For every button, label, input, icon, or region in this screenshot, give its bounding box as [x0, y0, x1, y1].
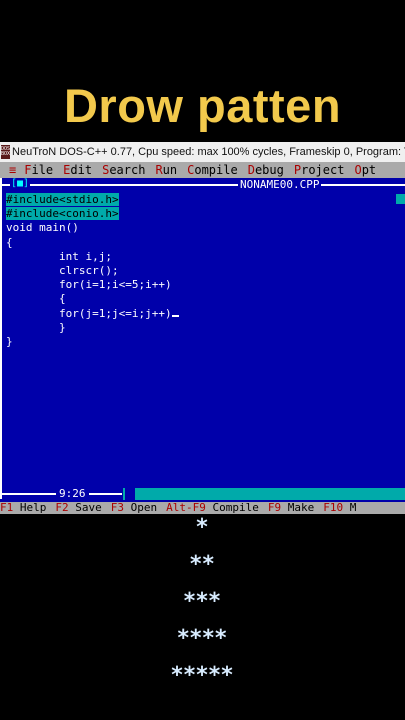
- star-row-3: ***: [183, 589, 222, 614]
- frame-border: [2, 184, 405, 186]
- dos-ide-screen: ≡ File Edit Search Run Compile Debug Pro…: [0, 162, 405, 514]
- star-row-1: *: [196, 515, 209, 540]
- code-line-text: #include<conio.h>: [6, 207, 119, 221]
- code-line[interactable]: void main(): [6, 221, 179, 235]
- horizontal-scrollbar-thumb[interactable]: [125, 488, 135, 500]
- horizontal-scrollbar[interactable]: [123, 488, 405, 500]
- fkey-compile-label[interactable]: Compile: [213, 502, 259, 514]
- code-line[interactable]: }: [6, 321, 179, 335]
- code-line[interactable]: {: [6, 292, 179, 306]
- star-row-4: ****: [177, 626, 228, 651]
- menu-compile[interactable]: Compile: [187, 163, 238, 177]
- fkey-save-key[interactable]: F2: [55, 502, 68, 514]
- menu-debug[interactable]: Debug: [248, 163, 284, 177]
- code-line-text: void main(): [6, 221, 79, 235]
- menu-bar: ≡ File Edit Search Run Compile Debug Pro…: [0, 162, 405, 178]
- code-line-text: #include<stdio.h>: [6, 193, 119, 206]
- code-line[interactable]: clrscr();: [6, 264, 179, 278]
- editor-filename: NONAME00.CPP: [238, 178, 322, 191]
- star-row-5: *****: [171, 663, 234, 688]
- code-line-text: }: [6, 335, 13, 349]
- menu-search[interactable]: Search: [102, 163, 145, 177]
- code-line-text: int i,j;: [6, 249, 112, 263]
- editor-close-button[interactable]: [■]: [10, 178, 31, 189]
- fkey-help-key[interactable]: F1: [0, 502, 13, 514]
- code-line[interactable]: #include<stdio.h>: [6, 193, 179, 207]
- fkey-menu-key[interactable]: F10: [323, 502, 343, 514]
- system-menu-icon[interactable]: ≡: [9, 163, 16, 177]
- code-area[interactable]: #include<stdio.h> #include<conio.h> void m…: [6, 193, 179, 349]
- window-title: NeuTroN DOS-C++ 0.77, Cpu speed: max 100…: [12, 146, 405, 158]
- menu-project[interactable]: Project: [294, 163, 345, 177]
- vertical-scrollbar-up[interactable]: [396, 194, 405, 204]
- editor-status-line: 9:26: [0, 487, 405, 501]
- program-output: * ** *** **** *****: [0, 514, 405, 720]
- code-line-text: {: [6, 235, 13, 249]
- fkey-menu-label[interactable]: M: [350, 502, 357, 514]
- editor-window[interactable]: [■] NONAME00.CPP #include<stdio.h> #inclu…: [0, 178, 405, 499]
- star-row-2: **: [189, 552, 215, 577]
- code-line[interactable]: for(j=1;j<=i;j++): [6, 307, 179, 321]
- code-line-text: for(j=1;j<=i;j++): [6, 306, 172, 320]
- fkey-save-label[interactable]: Save: [75, 502, 102, 514]
- code-line[interactable]: for(i=1;i<=5;i++): [6, 278, 179, 292]
- fkey-make-label[interactable]: Make: [288, 502, 315, 514]
- code-line[interactable]: {: [6, 236, 179, 250]
- menu-options[interactable]: Opt: [354, 163, 376, 177]
- fkey-open-label[interactable]: Open: [131, 502, 158, 514]
- cursor-position: 9:26: [56, 487, 89, 500]
- code-line[interactable]: }: [6, 335, 179, 349]
- video-caption: Drow patten: [63, 79, 342, 132]
- menu-run[interactable]: Run: [155, 163, 177, 177]
- menu-edit[interactable]: Edit: [63, 163, 92, 177]
- window-title-bar[interactable]: DOS BOX NeuTroN DOS-C++ 0.77, Cpu speed: …: [0, 142, 405, 163]
- fkey-help-label[interactable]: Help: [20, 502, 47, 514]
- fkey-make-key[interactable]: F9: [268, 502, 281, 514]
- function-key-bar: F1 Help F2 Save F3 Open Alt-F9 Compile F9 Ma…: [0, 502, 405, 514]
- code-line-text: clrscr();: [6, 264, 119, 278]
- code-line-text: }: [6, 320, 66, 334]
- fkey-open-key[interactable]: F3: [111, 502, 124, 514]
- menu-file[interactable]: File: [24, 163, 53, 177]
- code-line-text: {: [6, 292, 66, 306]
- editor-frame-top: [■] NONAME00.CPP: [2, 178, 405, 192]
- code-line[interactable]: #include<conio.h>: [6, 207, 179, 221]
- code-line-text: for(i=1;i<=5;i++): [6, 278, 172, 292]
- text-cursor: [171, 314, 179, 317]
- code-line[interactable]: int i,j;: [6, 250, 179, 264]
- dosbox-app-icon: DOS BOX: [1, 145, 11, 159]
- fkey-compile-key[interactable]: Alt-F9: [166, 502, 206, 514]
